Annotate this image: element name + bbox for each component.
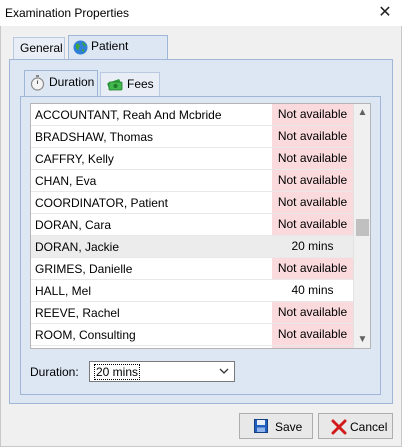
duration-cell[interactable]: Not available (272, 148, 353, 169)
save-button[interactable]: Save (239, 413, 313, 439)
staff-name: CAFFRY, Kelly (35, 152, 114, 166)
tab-general[interactable]: General (13, 37, 65, 59)
table-row[interactable]: REEVE, Rachel Not available (31, 302, 353, 324)
staff-name: GRIMES, Danielle (35, 262, 133, 276)
tab-general-label: General (20, 41, 63, 55)
window-title: Examination Properties (5, 6, 130, 20)
duration-cell[interactable]: Not available (272, 126, 353, 147)
duration-cell[interactable]: 20 mins (272, 236, 353, 257)
duration-cell[interactable]: Not available (272, 104, 353, 125)
tab-fees[interactable]: Fees (100, 72, 160, 96)
duration-cell[interactable] (272, 346, 353, 348)
duration-select[interactable]: 20 mins (89, 361, 235, 382)
staff-name: CHAN, Eva (35, 174, 97, 188)
table-row[interactable] (31, 346, 353, 348)
duration-cell[interactable]: Not available (272, 324, 353, 345)
globe-icon (73, 40, 88, 61)
staff-duration-grid[interactable]: ACCOUNTANT, Reah And Mcbride Not availab… (30, 103, 371, 349)
staff-name: DORAN, Jackie (35, 240, 120, 254)
table-row[interactable]: DORAN, Cara Not available (31, 214, 353, 236)
table-row[interactable]: BRADSHAW, Thomas Not available (31, 126, 353, 148)
duration-label: Duration: (30, 365, 79, 379)
table-row[interactable]: CHAN, Eva Not available (31, 170, 353, 192)
table-row-selected[interactable]: DORAN, Jackie 20 mins (31, 236, 353, 258)
duration-cell[interactable]: Not available (272, 214, 353, 235)
staff-name: HALL, Mel (35, 284, 92, 298)
scroll-thumb[interactable] (356, 219, 369, 236)
title-bar: Examination Properties ✕ (0, 0, 402, 26)
table-row[interactable]: HALL, Mel 40 mins (31, 280, 353, 302)
duration-select-value: 20 mins (94, 364, 141, 380)
staff-name: REEVE, Rachel (35, 306, 120, 320)
stopwatch-icon (30, 75, 45, 98)
duration-cell[interactable]: Not available (272, 170, 353, 191)
tab-fees-label: Fees (127, 77, 154, 91)
floppy-disk-icon (254, 419, 268, 436)
save-label: Save (275, 420, 303, 434)
vertical-scrollbar[interactable]: ▲ ▼ (353, 104, 370, 348)
red-x-icon (331, 419, 347, 438)
tab-duration-label: Duration (49, 75, 95, 89)
staff-name: COORDINATOR, Patient (35, 196, 168, 210)
tab-patient-portal[interactable]: Patient Portal (68, 35, 168, 73)
staff-name: BRADSHAW, Thomas (35, 130, 154, 144)
tab-duration[interactable]: Duration (24, 70, 98, 97)
table-row[interactable]: ACCOUNTANT, Reah And Mcbride Not availab… (31, 104, 353, 126)
staff-name: DORAN, Cara (35, 218, 112, 232)
scroll-down-icon[interactable]: ▼ (354, 331, 370, 348)
close-icon[interactable]: ✕ (368, 0, 402, 26)
chevron-down-icon[interactable] (218, 364, 230, 381)
table-row[interactable]: ROOM, Consulting Not available (31, 324, 353, 346)
scroll-up-icon[interactable]: ▲ (354, 104, 370, 121)
duration-cell[interactable]: 40 mins (272, 280, 353, 301)
table-row[interactable]: GRIMES, Danielle Not available (31, 258, 353, 280)
table-row[interactable]: CAFFRY, Kelly Not available (31, 148, 353, 170)
staff-name: ROOM, Consulting (35, 328, 136, 342)
cancel-label: Cancel (350, 420, 388, 434)
duration-cell[interactable]: Not available (272, 302, 353, 323)
duration-cell[interactable]: Not available (272, 192, 353, 213)
cancel-button[interactable]: Cancel (318, 413, 393, 439)
table-row[interactable]: COORDINATOR, Patient Not available (31, 192, 353, 214)
staff-name: ACCOUNTANT, Reah And Mcbride (35, 108, 222, 122)
duration-cell[interactable]: Not available (272, 258, 353, 279)
